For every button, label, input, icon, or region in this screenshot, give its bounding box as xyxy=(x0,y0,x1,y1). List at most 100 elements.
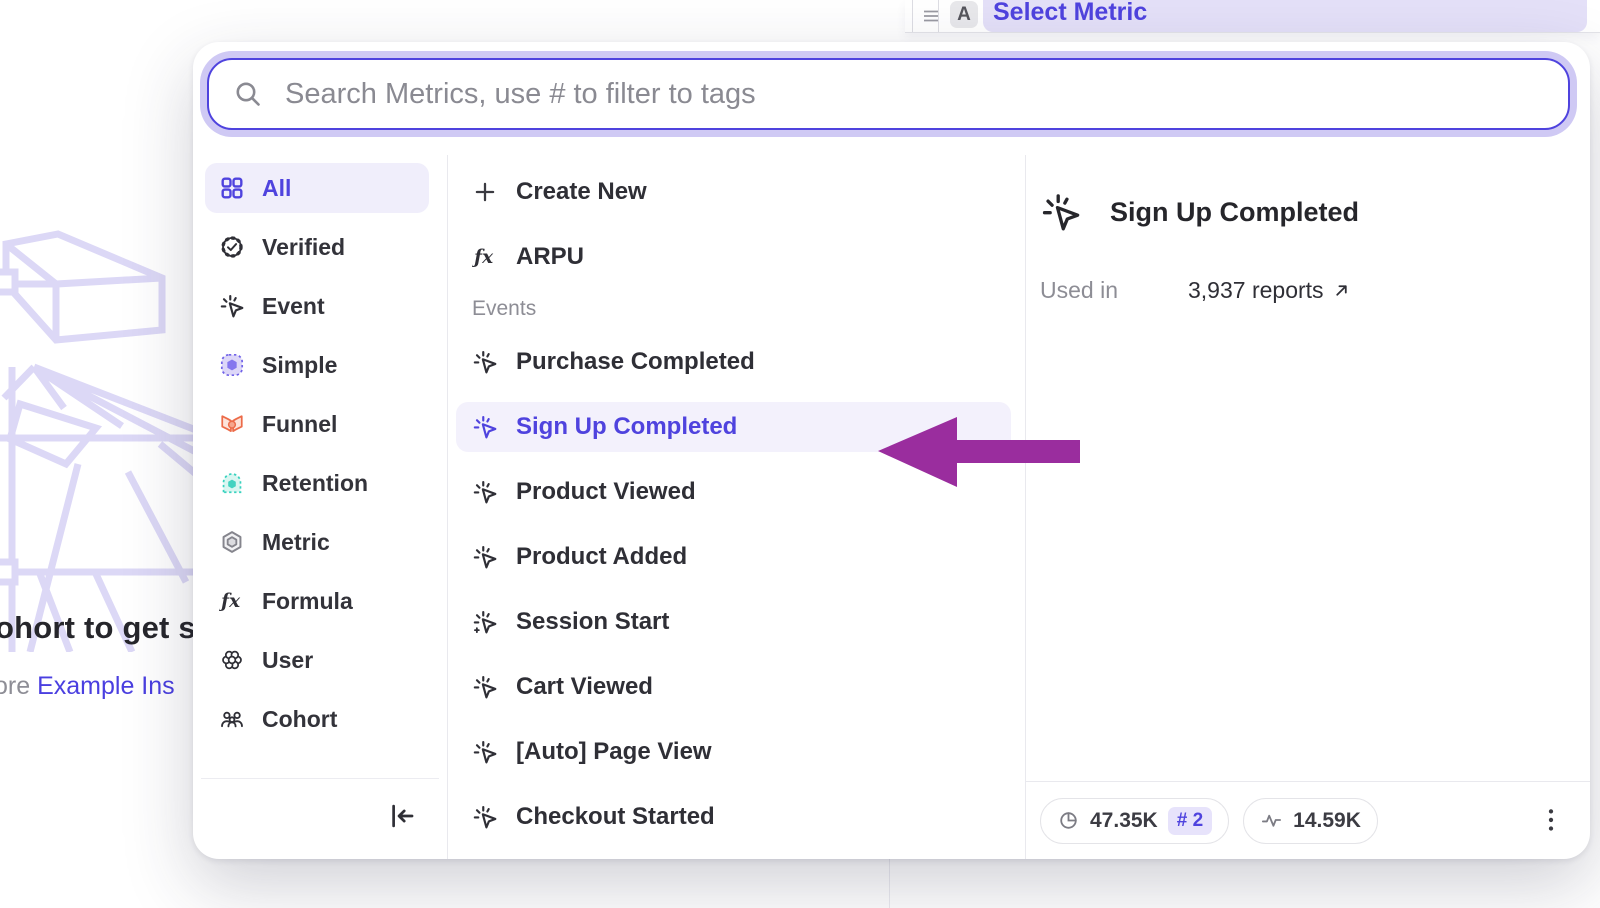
reports-link[interactable]: 3,937 reports xyxy=(1188,277,1351,304)
metric-hexagon-icon xyxy=(219,529,245,555)
event-cursor-icon xyxy=(472,414,498,440)
activity-count-chip[interactable]: 14.59K xyxy=(1243,798,1378,844)
session-event-cursor-icon xyxy=(472,609,498,635)
list-item-label: Product Viewed xyxy=(516,478,696,506)
list-item-event[interactable]: Checkout Started xyxy=(456,792,1011,842)
event-cursor-icon xyxy=(1040,191,1082,233)
formula-fx-icon: ƒx xyxy=(219,588,245,614)
sidebar-item-funnel[interactable]: Funnel xyxy=(205,399,429,449)
verified-badge-icon xyxy=(219,234,245,260)
detail-footer: 47.35K # 2 14.59K xyxy=(1026,781,1590,859)
collapse-sidebar-icon[interactable] xyxy=(383,799,417,833)
used-in-row: Used in 3,937 reports xyxy=(1040,277,1590,304)
event-cursor-icon xyxy=(472,479,498,505)
sidebar-item-cohort[interactable]: Cohort xyxy=(205,694,429,744)
sidebar-item-user[interactable]: User xyxy=(205,635,429,685)
list-item-label: Checkout Started xyxy=(516,803,715,831)
search-field[interactable] xyxy=(207,58,1570,130)
list-item-label: Session Start xyxy=(516,608,669,636)
search-icon xyxy=(233,79,263,109)
activity-pulse-icon xyxy=(1260,809,1283,832)
svg-text:ƒx: ƒx xyxy=(472,247,494,268)
list-item-event[interactable]: Cart Viewed xyxy=(456,662,1011,712)
svg-text:ƒx: ƒx xyxy=(219,591,241,612)
sidebar-item-label: Funnel xyxy=(262,411,337,438)
metric-header-row: A Select Metric xyxy=(905,0,1600,33)
sidebar-item-label: Verified xyxy=(262,234,345,261)
search-input[interactable] xyxy=(283,77,1558,112)
sidebar-item-retention[interactable]: Retention xyxy=(205,458,429,508)
list-item-event[interactable]: Product Viewed xyxy=(456,467,1011,517)
sidebar-item-label: Event xyxy=(262,293,325,320)
event-cursor-icon xyxy=(219,293,245,319)
detail-title: Sign Up Completed xyxy=(1110,197,1359,228)
divider xyxy=(889,859,890,908)
reports-link-text: 3,937 reports xyxy=(1188,277,1324,304)
select-metric-label[interactable]: Select Metric xyxy=(993,0,1147,27)
cohort-people-icon xyxy=(219,706,245,732)
metric-picker-modal: All Verified Event xyxy=(193,42,1590,859)
list-item-label: ARPU xyxy=(516,243,584,271)
background-wireframe xyxy=(0,222,196,652)
sidebar-item-label: Metric xyxy=(262,529,330,556)
used-in-label: Used in xyxy=(1040,277,1188,304)
formula-fx-icon: ƒx xyxy=(472,244,498,270)
example-insights-link[interactable]: Example Ins xyxy=(37,672,175,700)
divider xyxy=(912,0,913,32)
list-item-label: Product Added xyxy=(516,543,687,571)
list-item-event-selected[interactable]: Sign Up Completed xyxy=(456,402,1011,452)
metric-detail-panel: Sign Up Completed Used in 3,937 reports xyxy=(1026,155,1590,859)
user-cluster-icon xyxy=(219,647,245,673)
simple-icon xyxy=(219,352,245,378)
events-section-label: Events xyxy=(472,297,1011,321)
list-item-label: Purchase Completed xyxy=(516,348,755,376)
sidebar-item-label: Retention xyxy=(262,470,368,497)
list-item-arpu[interactable]: ƒx ARPU xyxy=(456,232,1011,282)
metric-list: Create New ƒx ARPU Events Purchase Compl… xyxy=(448,155,1025,859)
event-cursor-icon xyxy=(472,804,498,830)
sidebar-item-simple[interactable]: Simple xyxy=(205,340,429,390)
list-item-label: [Auto] Page View xyxy=(516,738,712,766)
pie-chart-icon xyxy=(1057,809,1080,832)
report-count-chip[interactable]: 47.35K # 2 xyxy=(1040,798,1229,844)
event-cursor-icon xyxy=(472,674,498,700)
detail-header: Sign Up Completed xyxy=(1040,191,1590,233)
create-new-button[interactable]: Create New xyxy=(456,167,1011,217)
event-cursor-icon xyxy=(472,544,498,570)
list-item-label: Cart Viewed xyxy=(516,673,653,701)
funnel-icon xyxy=(219,411,245,437)
background-link-prefix: ore xyxy=(0,672,30,700)
sidebar-item-verified[interactable]: Verified xyxy=(205,222,429,272)
sidebar-item-label: Simple xyxy=(262,352,337,379)
background-link-row: ore Example Ins xyxy=(0,672,175,701)
divider xyxy=(201,778,439,779)
chip-value: 14.59K xyxy=(1293,809,1361,833)
chip-value: 47.35K xyxy=(1090,809,1158,833)
sidebar-item-all[interactable]: All xyxy=(205,163,429,213)
create-new-label: Create New xyxy=(516,178,647,206)
sidebar-item-label: User xyxy=(262,647,313,674)
drag-handle-icon[interactable] xyxy=(921,6,941,26)
list-item-event[interactable]: Purchase Completed xyxy=(456,337,1011,387)
event-cursor-icon xyxy=(472,349,498,375)
metric-letter-badge: A xyxy=(950,1,978,28)
event-cursor-icon xyxy=(472,739,498,765)
modal-body: All Verified Event xyxy=(193,155,1590,859)
sidebar-item-formula[interactable]: ƒx Formula xyxy=(205,576,429,626)
grid-icon xyxy=(219,175,245,201)
list-item-event[interactable]: Product Added xyxy=(456,532,1011,582)
list-item-event[interactable]: [Auto] Page View xyxy=(456,727,1011,777)
sidebar-item-label: Formula xyxy=(262,588,353,615)
rank-badge: # 2 xyxy=(1168,807,1212,835)
sidebar-item-metric[interactable]: Metric xyxy=(205,517,429,567)
sidebar-item-label: All xyxy=(262,175,291,202)
more-options-icon[interactable] xyxy=(1538,806,1564,836)
list-item-event[interactable]: Session Start xyxy=(456,597,1011,647)
sidebar-item-event[interactable]: Event xyxy=(205,281,429,331)
search-focus-ring xyxy=(200,51,1577,137)
filter-sidebar: All Verified Event xyxy=(193,155,447,859)
plus-icon xyxy=(472,179,498,205)
sidebar-item-label: Cohort xyxy=(262,706,337,733)
background-heading: ohort to get s xyxy=(0,610,196,646)
retention-icon xyxy=(219,470,245,496)
